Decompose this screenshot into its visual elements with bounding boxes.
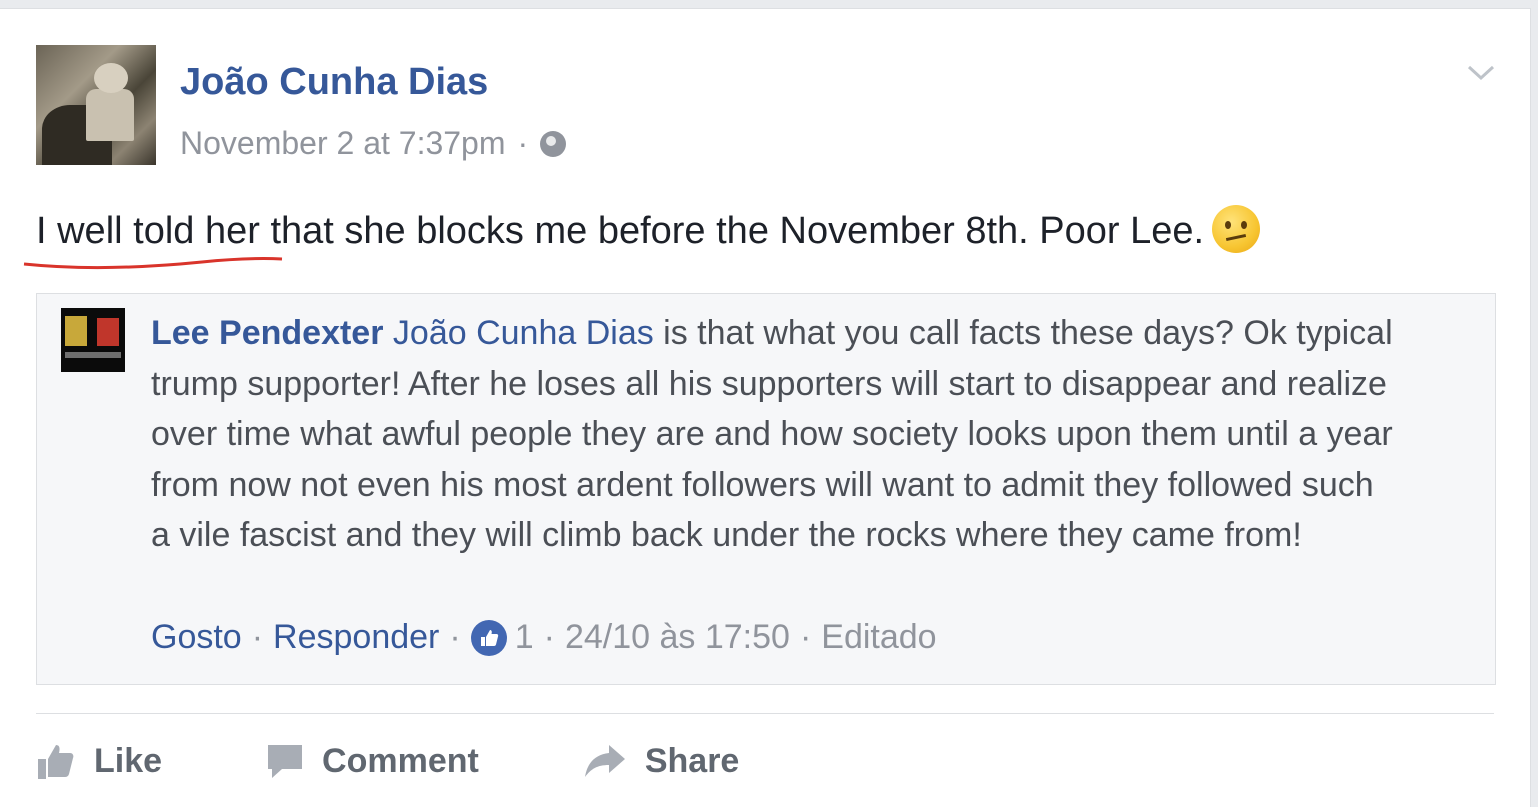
author-avatar[interactable] [36, 45, 156, 165]
commenter-avatar[interactable] [61, 308, 125, 372]
post-timestamp[interactable]: November 2 at 7:37pm [180, 125, 506, 162]
comment-actions: Gosto · Responder · 1 · 24/10 às 17:50 ·… [151, 618, 937, 657]
post-meta: November 2 at 7:37pm · [180, 125, 567, 162]
commenter-name[interactable]: Lee Pendexter [151, 314, 383, 352]
comment-like-count[interactable]: 1 [515, 618, 534, 657]
post-card: João Cunha Dias November 2 at 7:37pm · I… [0, 8, 1531, 807]
red-underline-annotation [23, 257, 283, 270]
action-separator: · [251, 618, 264, 656]
comment-reply-link[interactable]: Responder [273, 618, 439, 657]
quoted-comment-text: Lee Pendexter João Cunha Dias is that wh… [151, 308, 1401, 561]
globe-icon[interactable] [540, 130, 567, 157]
comment-button[interactable]: Comment [266, 741, 479, 781]
action-separator: · [449, 618, 461, 656]
comment-date[interactable]: 24/10 às 17:50 [565, 618, 790, 657]
avatar-photo-head [94, 63, 128, 93]
comment-like-link[interactable]: Gosto [151, 618, 242, 657]
meta-separator: · [517, 125, 529, 161]
share-label: Share [644, 741, 740, 780]
avatar-photo-figure [86, 89, 134, 141]
post-body-text: I well told her that she blocks me befor… [36, 210, 1205, 253]
confused-face-emoji [1212, 205, 1261, 253]
action-separator: · [799, 618, 812, 656]
post-actions-bar: Like Comment Share [36, 741, 843, 781]
actions-divider [36, 713, 1494, 714]
mention-link[interactable]: João Cunha Dias [393, 314, 654, 352]
thumbs-up-icon[interactable] [470, 619, 507, 656]
like-label: Like [94, 741, 163, 780]
comment-label: Comment [322, 741, 479, 780]
post-body: I well told her that she blocks me befor… [36, 205, 1261, 257]
action-separator: · [543, 618, 555, 656]
share-arrow-icon [584, 745, 625, 777]
comment-edited-label[interactable]: Editado [821, 618, 936, 657]
post-author-name[interactable]: João Cunha Dias [180, 61, 488, 104]
quoted-comment-box[interactable]: Lee Pendexter João Cunha Dias is that wh… [36, 293, 1496, 685]
thumbs-up-icon [38, 745, 74, 779]
chevron-down-icon[interactable] [1466, 57, 1496, 87]
like-button[interactable]: Like [36, 741, 162, 781]
share-button[interactable]: Share [583, 741, 740, 781]
comment-bubble-icon [268, 745, 303, 778]
